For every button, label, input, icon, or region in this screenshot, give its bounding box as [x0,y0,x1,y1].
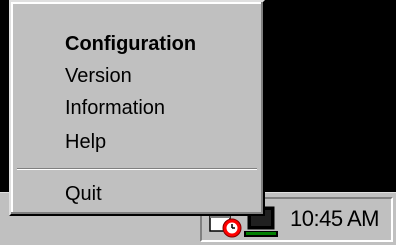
menu-item-help[interactable]: Help [65,130,106,154]
menu-item-version[interactable]: Version [65,64,132,88]
context-menu: Configuration Version Information Help Q… [9,0,265,216]
menu-item-quit[interactable]: Quit [65,182,102,206]
menu-item-information[interactable]: Information [65,96,165,120]
alarm-clock-icon[interactable] [222,218,242,238]
menu-item-configuration[interactable]: Configuration [65,32,196,56]
menu-separator [17,168,257,170]
tray-clock[interactable]: 10:45 AM [290,206,379,232]
